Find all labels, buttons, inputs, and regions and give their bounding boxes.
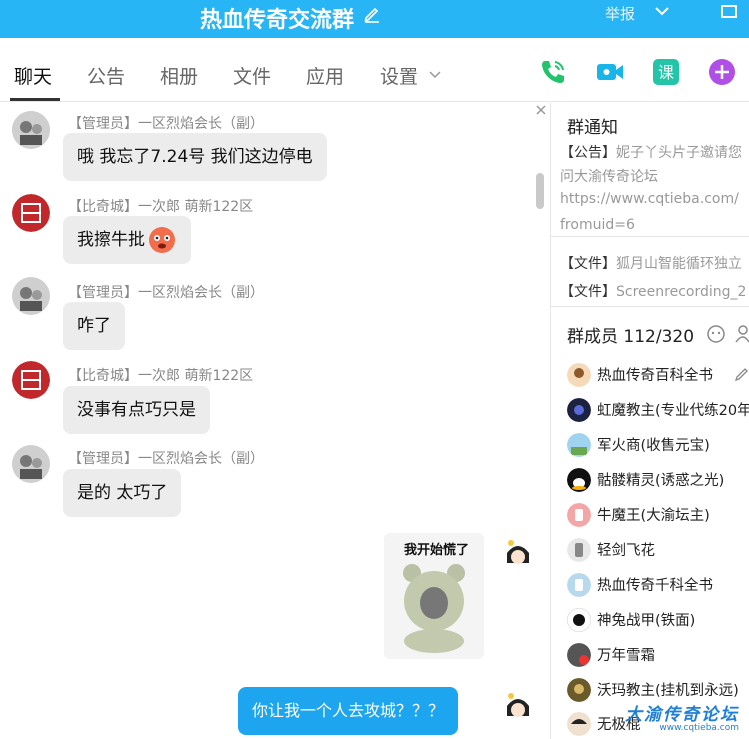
sender-name: 【比奇城】一次郎 萌新122区 [68,199,254,215]
member-name: 骷髅精灵(诱惑之光) [597,473,725,489]
avatar [567,678,591,702]
avatar[interactable] [12,111,50,149]
avatar [567,643,591,667]
file-item[interactable]: 【文件】狐月山智能循环独立 [560,253,742,273]
bear-sticker-icon [403,564,465,653]
tab-announcement[interactable]: 公告 [87,62,125,89]
my-avatar[interactable] [499,688,537,726]
sender-name: 【管理员】一区烈焰会长（副） [68,285,264,301]
notice-text: 妮子丫头片子邀请您 [616,145,742,161]
sender-name: 【管理员】一区烈焰会长（副） [68,116,264,132]
divider [551,306,749,307]
divider [551,236,749,237]
title-bar: 热血传奇交流群 举报 [0,0,749,38]
member-search-icon[interactable] [706,324,726,344]
notice-link[interactable]: https://www.cqtieba.com/ [560,191,739,207]
avatar [567,608,591,632]
avatar [567,503,591,527]
edit-icon[interactable] [362,4,382,24]
member-name: 热血传奇百科全书 [597,368,713,384]
member-name: 牛魔王(大渝坛主) [597,508,710,524]
member-name: 沃玛教主(挂机到永远) [597,683,739,699]
tab-chat[interactable]: 聊天 [14,62,52,89]
avatar [567,398,591,422]
my-message-bubble[interactable]: 你让我一个人去攻城？？？ [238,687,459,735]
angry-face-icon [149,227,175,253]
notice-text: fromuid=6 [560,217,635,233]
member-name: 军火商(收售元宝) [597,438,710,454]
add-app-icon[interactable] [707,57,737,87]
members-title[interactable]: 群成员 112/320 [567,322,694,347]
group-name[interactable]: 热血传奇交流群 [200,2,354,34]
site-watermark: 大渝传奇论坛 www.cqtieba.com [625,700,739,733]
message-bubble[interactable]: 没事有点巧只是 [63,386,210,434]
avatar[interactable] [12,194,50,232]
file-tag: 【文件】 [560,284,616,300]
notice-title[interactable]: 群通知 [567,113,618,138]
avatar[interactable] [12,277,50,315]
my-avatar[interactable] [499,535,537,573]
close-icon[interactable] [534,103,548,117]
minimize-icon[interactable] [720,3,738,19]
scrollbar[interactable] [536,173,544,209]
message-bubble[interactable]: 是的 太巧了 [63,469,182,517]
notice-tag: 【公告】 [560,145,616,161]
avatar [567,433,591,457]
sticker-message[interactable]: 我开始慌了 [384,533,484,659]
avatar [567,468,591,492]
chevron-down-icon[interactable] [654,3,670,19]
member-name: 神兔战甲(铁面) [597,613,696,629]
edit-icon[interactable] [735,365,749,381]
member-name: 万年雪霜 [597,648,655,664]
notice-text: 问大渝传奇论坛 [560,169,658,185]
avatar[interactable] [12,361,50,399]
watermark-title: 大渝传奇论坛 [625,705,739,725]
avatar [567,573,591,597]
file-tag: 【文件】 [560,256,616,272]
file-name: 狐月山智能循环独立 [616,256,742,272]
message-bubble[interactable]: 咋了 [63,302,125,350]
message-text: 我擦牛批 [77,230,145,250]
chat-area[interactable]: 【管理员】一区烈焰会长（副） 哦 我忘了7.24号 我们这边停电 【比奇城】一次… [0,103,550,739]
phone-call-icon[interactable] [538,57,568,87]
sender-name: 【比奇城】一次郎 萌新122区 [68,368,254,384]
video-call-icon[interactable] [595,57,625,87]
file-item[interactable]: 【文件】Screenrecording_2 [560,281,746,301]
member-name: 轻剑飞花 [597,543,655,559]
member-name: 热血传奇千科全书 [597,578,713,594]
tab-bar: 聊天 公告 相册 文件 应用 设置 课 [0,38,749,102]
sticker-caption: 我开始慌了 [404,543,470,558]
avatar [567,538,591,562]
chevron-down-icon[interactable] [428,69,442,81]
svg-text:课: 课 [658,63,674,82]
avatar [567,363,591,387]
active-tab-indicator [10,98,60,101]
tab-apps[interactable]: 应用 [306,62,344,89]
notice-item[interactable]: 【公告】妮子丫头片子邀请您 [560,142,742,162]
report-button[interactable]: 举报 [605,3,635,24]
sender-name: 【管理员】一区烈焰会长（副） [68,451,264,467]
side-panel: 群通知 【公告】妮子丫头片子邀请您 问大渝传奇论坛 https://www.cq… [551,103,749,739]
avatar[interactable] [12,445,50,483]
tab-album[interactable]: 相册 [160,62,198,89]
file-name: Screenrecording_2 [616,284,747,300]
message-bubble[interactable]: 哦 我忘了7.24号 我们这边停电 [63,133,327,181]
class-icon[interactable]: 课 [651,57,681,87]
tab-files[interactable]: 文件 [233,62,271,89]
tab-settings[interactable]: 设置 [380,62,418,89]
avatar [567,712,591,736]
member-name: 虹魔教主(专业代练20年 [597,403,749,419]
message-bubble[interactable]: 我擦牛批 [63,216,191,264]
add-member-icon[interactable] [735,324,749,344]
